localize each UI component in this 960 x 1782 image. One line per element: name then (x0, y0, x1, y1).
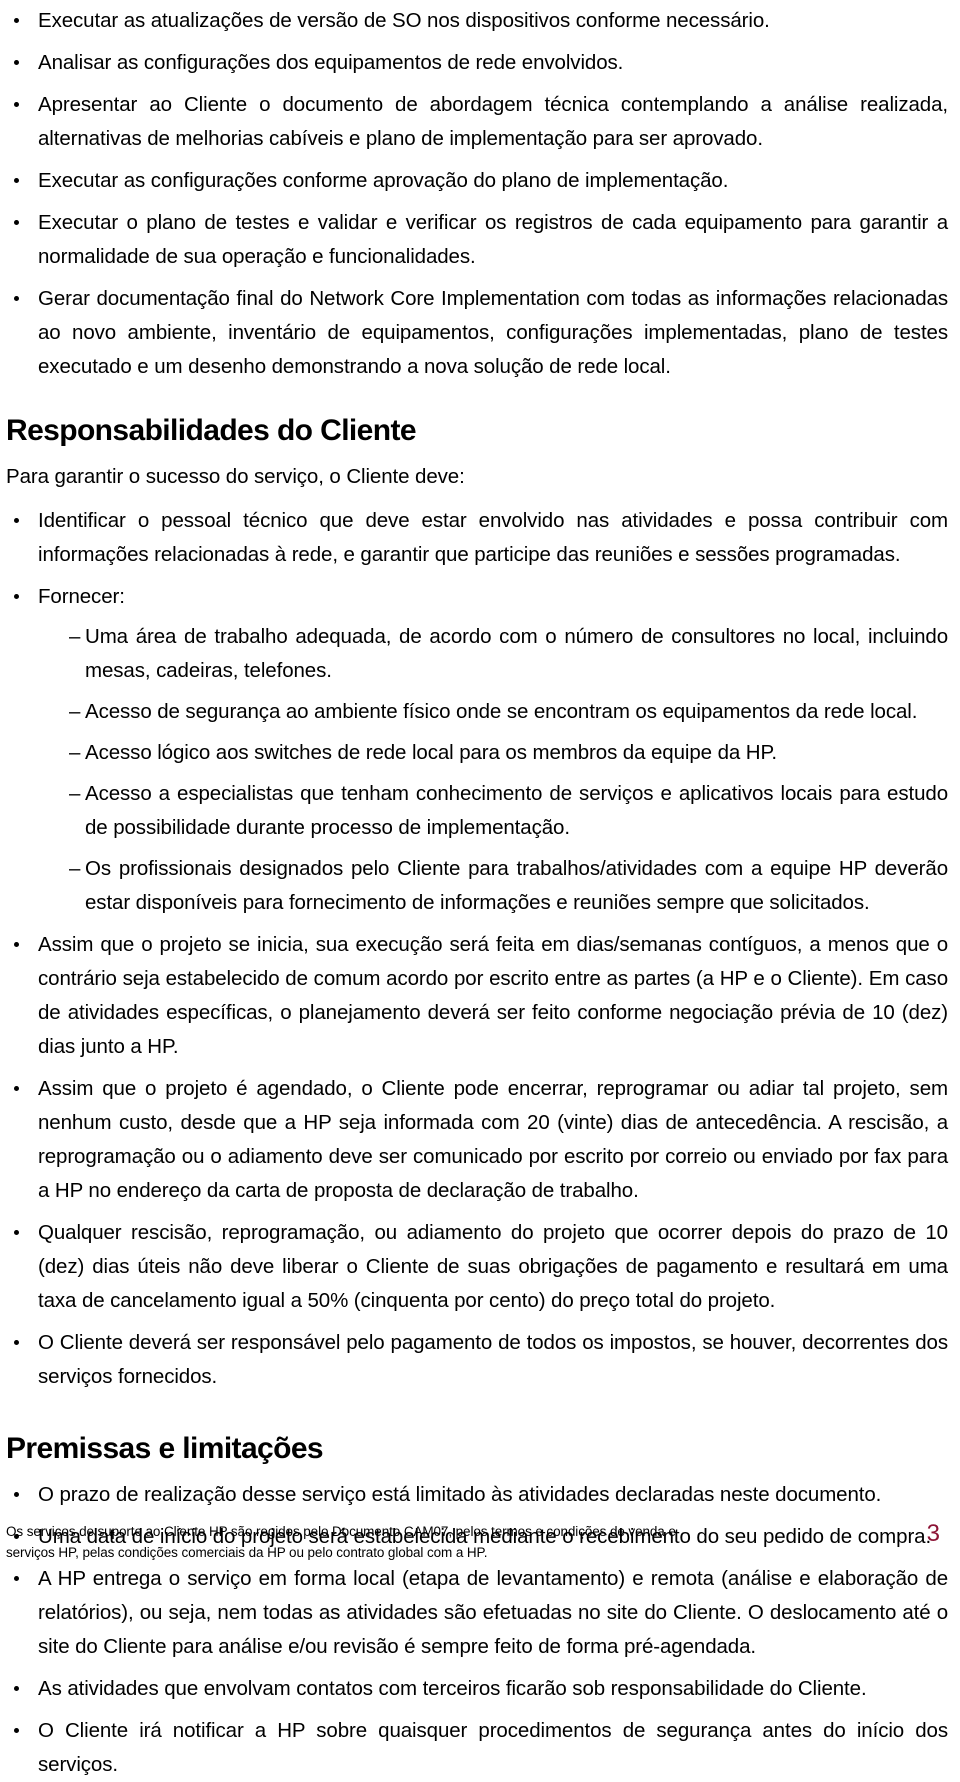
list-item: Assim que o projeto é agendado, o Client… (6, 1072, 948, 1208)
responsabilidades-intro: Para garantir o sucesso do serviço, o Cl… (6, 465, 465, 488)
list-item: Analisar as configurações dos equipament… (6, 46, 948, 80)
list-item: Apresentar ao Cliente o documento de abo… (6, 88, 948, 156)
list-item: A HP entrega o serviço em forma local (e… (6, 1562, 948, 1664)
sub-list-item: Acesso de segurança ao ambiente físico o… (38, 695, 948, 729)
list-item: O prazo de realização desse serviço está… (6, 1478, 948, 1512)
sub-list-item: Uma área de trabalho adequada, de acordo… (38, 620, 948, 688)
list-item: Executar as atualizações de versão de SO… (6, 4, 948, 38)
section-heading-responsabilidades: Responsabilidades do Cliente (6, 414, 417, 447)
list-item: Gerar documentação final do Network Core… (6, 282, 948, 384)
list-item: O Cliente deverá ser responsável pelo pa… (6, 1326, 948, 1394)
page-number: 3 (926, 1520, 940, 1547)
section-heading-premissas: Premissas e limitações (6, 1432, 324, 1465)
list-item: Executar as configurações conforme aprov… (6, 164, 948, 198)
list-item: Executar o plano de testes e validar e v… (6, 206, 948, 274)
activities-bullet-list: Executar as atualizações de versão de SO… (6, 4, 948, 384)
list-item: Qualquer rescisão, reprogramação, ou adi… (6, 1216, 948, 1318)
document-page: Executar as atualizações de versão de SO… (0, 0, 960, 1776)
page-footer: Os serviços de suporte ao Cliente HP são… (6, 1521, 948, 1577)
list-item: As atividades que envolvam contatos com … (6, 1672, 948, 1706)
list-item: Identificar o pessoal técnico que deve e… (6, 504, 948, 572)
list-item-label: Fornecer: (38, 585, 125, 608)
responsabilidades-bullet-list: Identificar o pessoal técnico que deve e… (6, 504, 948, 1394)
sub-list-item: Acesso a especialistas que tenham conhec… (38, 777, 948, 845)
sub-list-item: Acesso lógico aos switches de rede local… (38, 736, 948, 770)
list-item: O Cliente irá notificar a HP sobre quais… (6, 1714, 948, 1782)
sub-list-item: Os profissionais designados pelo Cliente… (38, 852, 948, 920)
footer-legal-note: Os serviços de suporte ao Cliente HP são… (6, 1524, 676, 1560)
list-item: Assim que o projeto se inicia, sua execu… (6, 928, 948, 1064)
fornecer-sub-list: Uma área de trabalho adequada, de acordo… (38, 620, 948, 920)
list-item-fornecer: Fornecer: Uma área de trabalho adequada,… (6, 580, 948, 920)
